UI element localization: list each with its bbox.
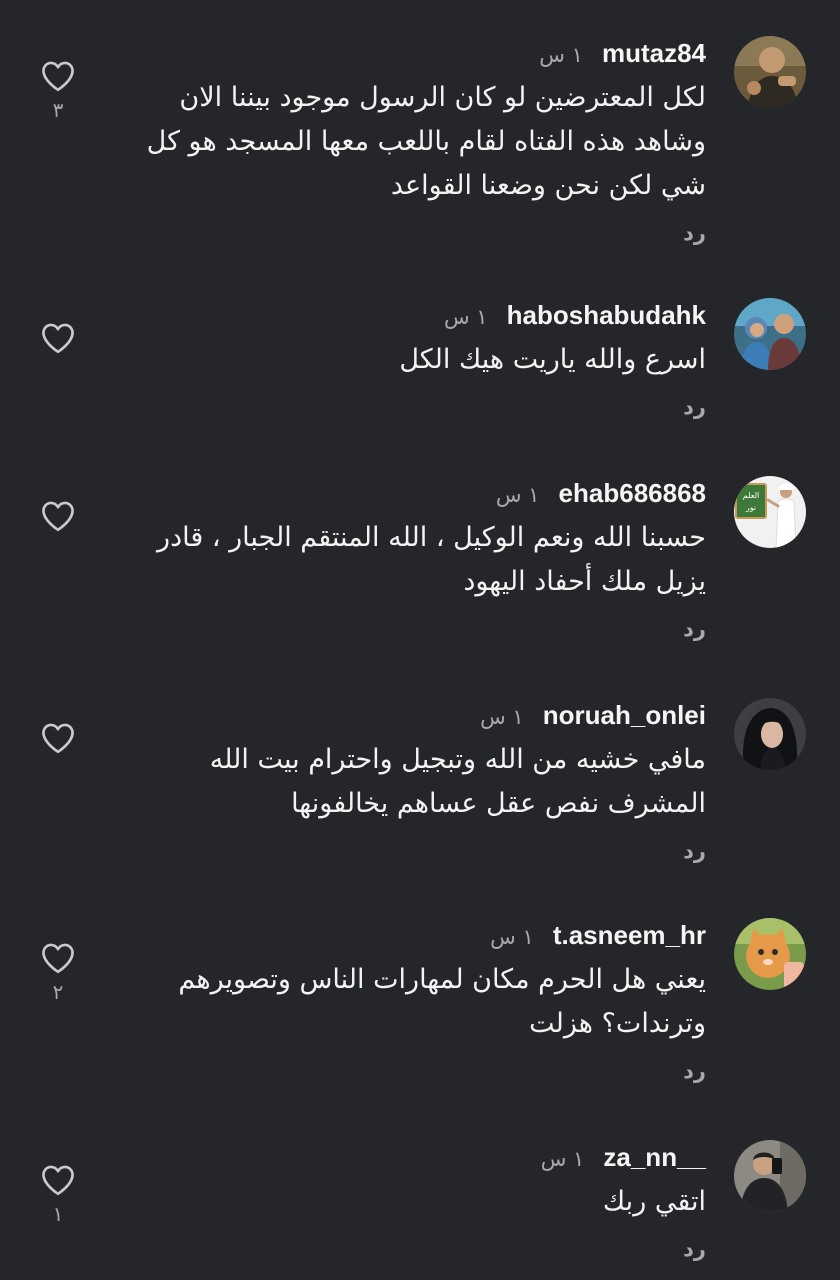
comment-body: t.asneem_hr ١ س يعني هل الحرم مكان لمهار… <box>106 918 706 1086</box>
timestamp: ١ س <box>540 1147 585 1171</box>
like-control <box>38 500 78 538</box>
avatar-image <box>734 698 806 770</box>
avatar[interactable] <box>734 36 806 108</box>
reply-button[interactable]: رد <box>106 1234 706 1264</box>
heart-outline-icon[interactable] <box>40 942 76 974</box>
comment-body: haboshabudahk ١ س اسرع والله ياريت هيك ا… <box>106 298 706 422</box>
comment-header: ehab686868 ١ س <box>106 476 706 510</box>
username[interactable]: mutaz84 <box>602 38 706 68</box>
comment-item: العلم نور ehab686868 ١ س حسبنا الله ونعم… <box>0 476 840 646</box>
like-control <box>38 322 78 360</box>
heart-outline-icon[interactable] <box>40 500 76 532</box>
comment-header: noruah_onlei ١ س <box>106 698 706 732</box>
comment-text: يعني هل الحرم مكان لمهارات الناس وتصويره… <box>178 964 706 1039</box>
heart-outline-icon[interactable] <box>40 60 76 92</box>
comment-text: حسبنا الله ونعم الوكيل ، الله المنتقم ال… <box>157 522 706 597</box>
heart-outline-icon[interactable] <box>40 1164 76 1196</box>
comment-text: اسرع والله ياريت هيك الكل <box>399 344 706 375</box>
timestamp: ١ س <box>495 483 540 507</box>
reply-button[interactable]: رد <box>106 1056 706 1086</box>
like-control: ٢ <box>38 942 78 1004</box>
comment-header: za_nn__ ١ س <box>106 1140 706 1174</box>
comments-list: mutaz84 ١ س لكل المعترضين لو كان الرسول … <box>0 0 840 1280</box>
timestamp: ١ س <box>490 925 534 949</box>
comment-body: noruah_onlei ١ س مافي خشيه من الله وتبجي… <box>106 698 706 866</box>
comment-text: لكل المعترضين لو كان الرسول موجود بيننا … <box>146 82 706 201</box>
timestamp: ١ س <box>480 705 524 729</box>
username[interactable]: za_nn__ <box>603 1142 706 1172</box>
comment-text: مافي خشيه من الله وتبجيل واحترام بيت الل… <box>209 744 706 819</box>
like-count: ١ <box>52 1202 64 1226</box>
avatar-image <box>734 36 806 108</box>
avatar-image: العلم نور <box>734 476 806 548</box>
timestamp: ١ س <box>539 43 583 67</box>
comment-item: t.asneem_hr ١ س يعني هل الحرم مكان لمهار… <box>0 918 840 1088</box>
heart-outline-icon[interactable] <box>40 722 76 754</box>
heart-outline-icon[interactable] <box>40 322 76 354</box>
reply-button[interactable]: رد <box>106 836 706 866</box>
username[interactable]: noruah_onlei <box>543 700 706 730</box>
avatar-image <box>734 1140 806 1212</box>
comment-item: mutaz84 ١ س لكل المعترضين لو كان الرسول … <box>0 36 840 246</box>
username[interactable]: ehab686868 <box>559 478 706 508</box>
comment-item: haboshabudahk ١ س اسرع والله ياريت هيك ا… <box>0 298 840 428</box>
comment-header: mutaz84 ١ س <box>106 36 706 70</box>
username[interactable]: t.asneem_hr <box>553 920 706 950</box>
avatar[interactable] <box>734 298 806 370</box>
reply-button[interactable]: رد <box>106 218 706 248</box>
like-control <box>38 722 78 760</box>
comment-body: za_nn__ ١ س اتقي ربك رد <box>106 1140 706 1264</box>
like-count: ٢ <box>52 980 64 1004</box>
avatar[interactable] <box>734 918 806 990</box>
comment-header: t.asneem_hr ١ س <box>106 918 706 952</box>
timestamp: ١ س <box>443 305 488 329</box>
comment-body: ehab686868 ١ س حسبنا الله ونعم الوكيل ، … <box>106 476 706 644</box>
comment-item: za_nn__ ١ س اتقي ربك رد ١ <box>0 1140 840 1270</box>
avatar-board-text: العلم <box>743 491 760 500</box>
reply-button[interactable]: رد <box>106 392 706 422</box>
avatar-image <box>734 298 806 370</box>
avatar-board-text: نور <box>745 503 756 512</box>
like-control: ١ <box>38 1164 78 1226</box>
avatar[interactable]: العلم نور <box>734 476 806 548</box>
username[interactable]: haboshabudahk <box>507 300 706 330</box>
like-control: ٣ <box>38 60 78 122</box>
avatar[interactable] <box>734 1140 806 1212</box>
comment-item: noruah_onlei ١ س مافي خشيه من الله وتبجي… <box>0 698 840 868</box>
avatar[interactable] <box>734 698 806 770</box>
reply-button[interactable]: رد <box>106 614 706 644</box>
avatar-image <box>734 918 806 990</box>
like-count: ٣ <box>52 98 64 122</box>
comment-body: mutaz84 ١ س لكل المعترضين لو كان الرسول … <box>106 36 706 248</box>
comment-text: اتقي ربك <box>602 1186 706 1217</box>
comment-header: haboshabudahk ١ س <box>106 298 706 332</box>
